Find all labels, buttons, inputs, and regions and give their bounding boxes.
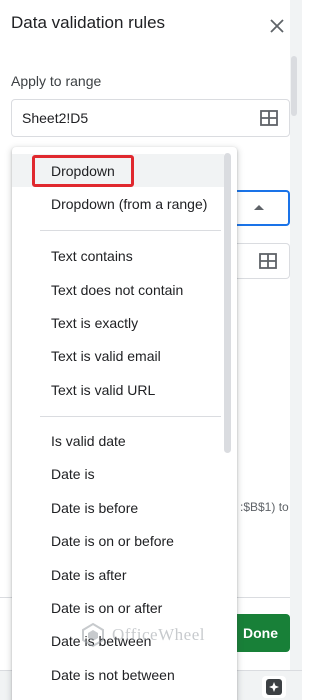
criteria-value-field[interactable] <box>232 243 290 279</box>
menu-item-date-is-before[interactable]: Date is before <box>12 491 224 524</box>
criteria-select[interactable] <box>232 190 290 226</box>
close-icon <box>270 19 284 33</box>
menu-item-text-is-valid-email[interactable]: Text is valid email <box>12 339 224 372</box>
menu-item-date-is-on-or-after[interactable]: Date is on or after <box>12 591 224 624</box>
range-input[interactable]: Sheet2!D5 <box>11 99 290 137</box>
explore-icon <box>266 679 282 695</box>
officewheel-logo-icon <box>82 622 104 648</box>
menu-separator <box>40 230 221 231</box>
menu-separator <box>40 416 221 417</box>
caret-up-icon <box>254 205 264 210</box>
criteria-dropdown-menu: Dropdown Dropdown (from a range) Text co… <box>12 147 237 700</box>
menu-item-text-does-not-contain[interactable]: Text does not contain <box>12 273 224 306</box>
menu-item-date-is-after[interactable]: Date is after <box>12 558 224 591</box>
helper-text: :$B$1) to <box>240 500 289 514</box>
panel-title: Data validation rules <box>11 13 166 32</box>
menu-scrollbar[interactable] <box>224 153 231 453</box>
close-button[interactable] <box>266 15 288 37</box>
watermark: OfficeWheel <box>80 622 205 648</box>
menu-item-text-contains[interactable]: Text contains <box>12 239 224 272</box>
menu-item-text-is-exactly[interactable]: Text is exactly <box>12 306 224 339</box>
menu-item-date-is-not-between[interactable]: Date is not between <box>12 658 224 691</box>
panel-scrollbar[interactable] <box>291 56 297 116</box>
watermark-text: OfficeWheel <box>112 625 205 644</box>
range-value: Sheet2!D5 <box>22 110 89 126</box>
grid-icon[interactable] <box>259 108 279 128</box>
menu-item-dropdown[interactable]: Dropdown <box>12 154 224 187</box>
explore-button[interactable] <box>262 676 286 698</box>
menu-item-text-is-valid-url[interactable]: Text is valid URL <box>12 373 224 406</box>
menu-item-dropdown-from-range[interactable]: Dropdown (from a range) <box>12 187 224 220</box>
menu-item-date-is[interactable]: Date is <box>12 457 224 490</box>
menu-item-is-valid-date[interactable]: Is valid date <box>12 424 224 457</box>
apply-to-range-label: Apply to range <box>11 73 102 89</box>
menu-item-date-is-on-or-before[interactable]: Date is on or before <box>12 524 224 557</box>
grid-icon[interactable] <box>258 251 278 271</box>
